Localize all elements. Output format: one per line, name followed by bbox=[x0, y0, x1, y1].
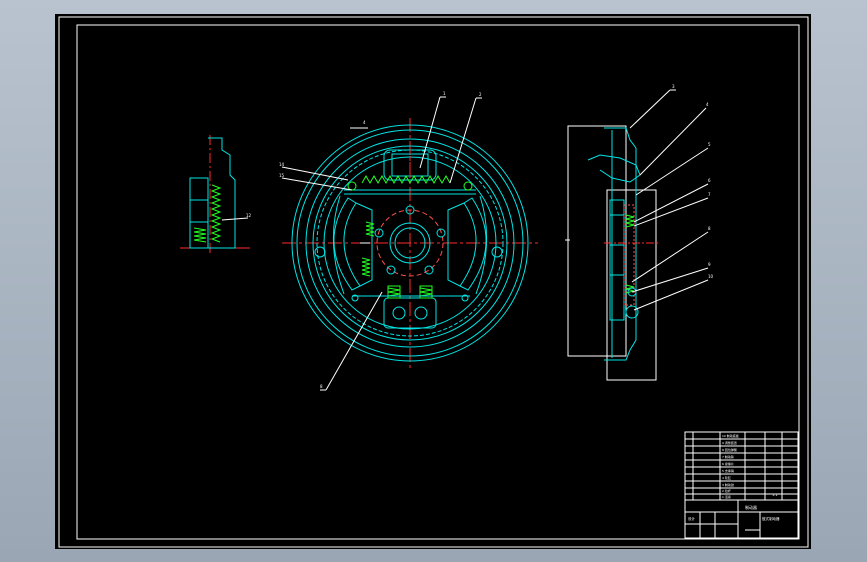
callout-7: 7 bbox=[708, 192, 711, 197]
drum-front-view: 4 bbox=[282, 118, 538, 368]
tb-row-2: 9 调整装置 bbox=[722, 440, 737, 445]
callout-10: 10 bbox=[708, 274, 714, 279]
callouts-right bbox=[629, 89, 709, 311]
callout-6: 6 bbox=[708, 178, 711, 183]
tb-row-5: 6 摩擦片 bbox=[722, 461, 734, 466]
inner-frame bbox=[76, 24, 800, 540]
dimension-label: 4 bbox=[363, 120, 366, 125]
callout-9: 9 bbox=[708, 262, 711, 267]
tb-part: 制动器 bbox=[745, 504, 757, 510]
callout-8: 8 bbox=[320, 384, 323, 389]
callout-14: 14 bbox=[279, 162, 285, 167]
tb-row-6: 5 支承销 bbox=[722, 468, 734, 473]
callout-5: 5 bbox=[708, 142, 711, 147]
callout-4: 4 bbox=[706, 102, 709, 107]
tb-row-10: 1 活塞 bbox=[722, 494, 731, 499]
cad-viewport[interactable]: 4 1 2 14 15 8 12 3 4 5 6 7 8 9 10 10 制动底… bbox=[55, 14, 811, 549]
callout-1: 1 bbox=[443, 91, 446, 96]
callout-12: 12 bbox=[246, 213, 252, 218]
tb-scale: 1:1 bbox=[772, 493, 778, 497]
drawing-canvas: 4 1 2 14 15 8 12 3 4 5 6 7 8 9 10 10 制动底… bbox=[58, 16, 809, 548]
tb-row-1: 10 制动底板 bbox=[722, 433, 739, 438]
callout-2: 2 bbox=[479, 92, 482, 97]
title-block bbox=[684, 431, 799, 539]
tb-designer: 设计 bbox=[688, 516, 696, 521]
tb-row-3: 8 回位弹簧 bbox=[722, 447, 737, 452]
right-section-view bbox=[565, 125, 660, 381]
tb-row-7: 4 轮缸 bbox=[722, 475, 731, 480]
tb-row-9: 2 拉杆 bbox=[722, 488, 731, 493]
callout-3: 3 bbox=[672, 84, 675, 89]
tb-row-4: 7 制动蹄 bbox=[722, 454, 734, 459]
left-section-view: 12 bbox=[180, 135, 252, 255]
tb-drawing-no: 鼓式制动器 bbox=[762, 516, 780, 521]
callout-15: 15 bbox=[279, 173, 285, 178]
tb-row-8: 3 制动鼓 bbox=[722, 482, 734, 487]
callout-8-right: 8 bbox=[708, 226, 711, 231]
